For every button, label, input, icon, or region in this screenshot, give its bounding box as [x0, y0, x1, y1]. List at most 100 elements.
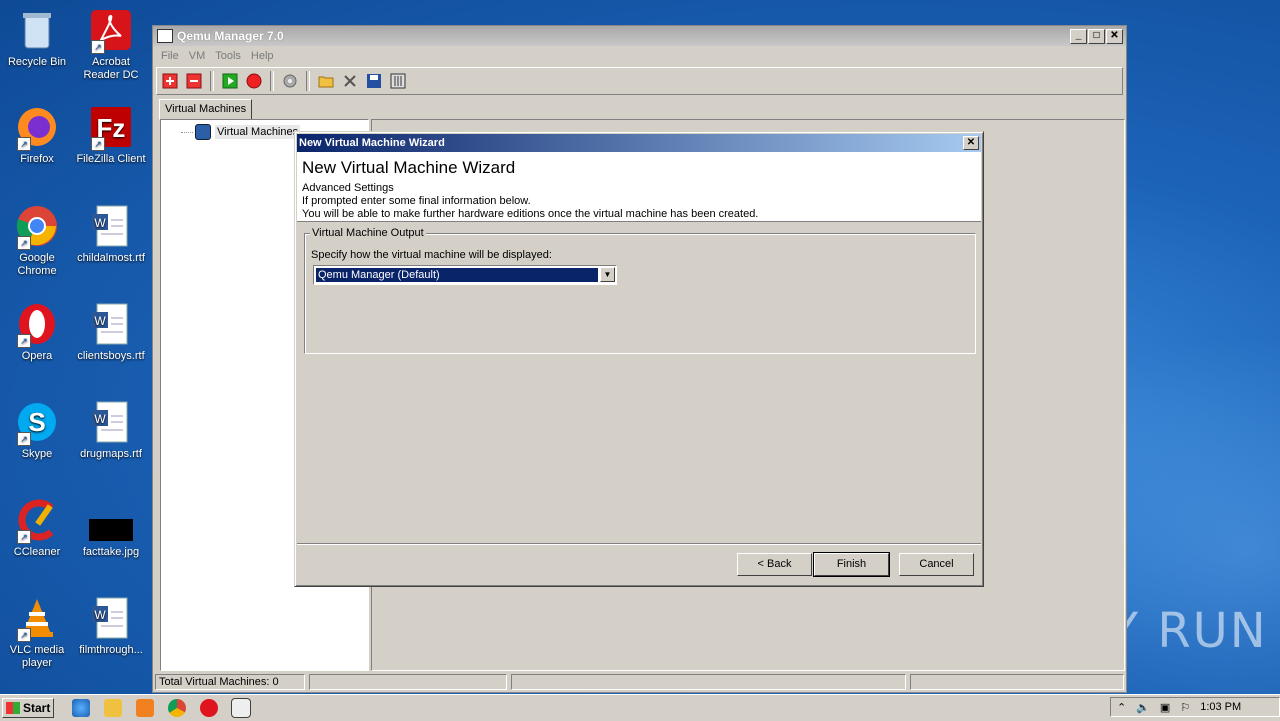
vlc-icon: ↗: [15, 596, 59, 642]
desktop-icon-recycle-bin[interactable]: Recycle Bin: [0, 8, 74, 69]
dialog-heading: New Virtual Machine Wizard: [302, 158, 516, 177]
desktop-icon-facttake[interactable]: facttake.jpg: [74, 498, 148, 559]
svg-text:W: W: [94, 314, 106, 328]
word-doc-icon: W: [89, 596, 133, 640]
shield-icon: [195, 124, 211, 140]
remove-vm-icon[interactable]: [184, 71, 204, 91]
minimize-button[interactable]: _: [1070, 28, 1087, 44]
save-icon[interactable]: [364, 71, 384, 91]
display-select[interactable]: Qemu Manager (Default) ▼: [313, 265, 617, 285]
display-prompt: Specify how the virtual machine will be …: [311, 249, 552, 261]
vm-output-group: Virtual Machine Output Specify how the v…: [304, 227, 976, 354]
start-button[interactable]: Start: [2, 698, 54, 718]
tree-item-label: Virtual Machines: [215, 125, 301, 139]
chevron-down-icon[interactable]: ▼: [600, 267, 615, 282]
dialog-description: Advanced Settings If prompted enter some…: [302, 182, 758, 221]
desktop-icon-acrobat[interactable]: ↗ Acrobat Reader DC: [74, 8, 148, 82]
status-panel-4: [910, 674, 1124, 690]
cancel-button[interactable]: Cancel: [899, 553, 974, 576]
quick-launch: [72, 698, 251, 718]
explorer-folder-icon[interactable]: [104, 699, 122, 717]
svg-text:W: W: [94, 412, 106, 426]
firefox-icon: ↗: [15, 105, 59, 151]
dialog-line-2: You will be able to make further hardwar…: [302, 208, 759, 220]
svg-text:W: W: [94, 216, 106, 230]
chrome-taskbar-icon[interactable]: [168, 699, 186, 717]
dialog-line-1: If prompted enter some final information…: [302, 195, 531, 207]
close-button[interactable]: ✕: [1106, 28, 1123, 44]
stop-vm-icon[interactable]: [244, 71, 264, 91]
dialog-separator: [297, 543, 981, 545]
media-player-icon[interactable]: [136, 699, 154, 717]
desktop-icon-filezilla[interactable]: Fz ↗ FileZilla Client: [74, 105, 148, 166]
taskbar: Start ⌃ 🔈 ▣ ⚐ 1:03 PM: [0, 694, 1280, 721]
tools-icon[interactable]: [340, 71, 360, 91]
desktop-icon-drugmaps[interactable]: W drugmaps.rtf: [74, 400, 148, 461]
vm-output-group-label: Virtual Machine Output: [310, 227, 426, 239]
recycle-bin-icon: [15, 8, 59, 52]
tree-item-virtual-machines[interactable]: Virtual Machines: [181, 124, 301, 140]
skype-icon: S ↗: [15, 400, 59, 446]
tab-virtual-machines[interactable]: Virtual Machines: [159, 99, 253, 120]
dialog-close-button[interactable]: ✕: [963, 136, 979, 150]
tree-connector: [181, 131, 193, 133]
app-titlebar[interactable]: Qemu Manager 7.0 _ □ ✕: [153, 26, 1126, 46]
back-button[interactable]: < Back: [737, 553, 812, 576]
flag-icon[interactable]: ⚐: [1180, 701, 1190, 714]
chrome-icon: ↗: [15, 204, 59, 250]
opera-icon: ↗: [15, 302, 59, 348]
desktop-icon-opera[interactable]: ↗ Opera: [0, 302, 74, 363]
maximize-button[interactable]: □: [1088, 28, 1105, 44]
statusbar: Total Virtual Machines: 0: [155, 674, 1124, 690]
system-tray: ⌃ 🔈 ▣ ⚐ 1:03 PM: [1110, 697, 1280, 717]
finish-button[interactable]: Finish: [813, 552, 890, 577]
settings-icon[interactable]: [388, 71, 408, 91]
start-vm-icon[interactable]: [220, 71, 240, 91]
new-vm-wizard-dialog: New Virtual Machine Wizard ✕ New Virtual…: [294, 131, 984, 587]
toolbar-separator: [306, 71, 310, 91]
desktop-icon-clientsboys[interactable]: W clientsboys.rtf: [74, 302, 148, 363]
open-folder-icon[interactable]: [316, 71, 336, 91]
word-doc-icon: W: [89, 302, 133, 346]
display-select-value: Qemu Manager (Default): [316, 268, 598, 282]
status-vm-count: Total Virtual Machines: 0: [155, 674, 306, 690]
toolbar: [156, 67, 1123, 95]
qemu-manager-taskbar-icon[interactable]: [231, 698, 251, 718]
tab-row: Virtual Machines: [153, 96, 1126, 120]
desktop-icon-childalmost[interactable]: W childalmost.rtf: [74, 204, 148, 265]
ccleaner-icon: ↗: [15, 498, 59, 544]
desktop-icon-filmthrough[interactable]: W filmthrough...: [74, 596, 148, 657]
word-doc-icon: W: [89, 400, 133, 444]
image-file-icon: [89, 498, 133, 542]
desktop-icon-chrome[interactable]: ↗ Google Chrome: [0, 204, 74, 278]
add-vm-icon[interactable]: [160, 71, 180, 91]
start-label: Start: [23, 701, 51, 715]
filezilla-icon: Fz ↗: [89, 105, 133, 151]
word-doc-icon: W: [89, 204, 133, 248]
menu-help[interactable]: Help: [251, 50, 274, 62]
tray-expand-icon[interactable]: ⌃: [1117, 701, 1126, 714]
status-panel-2: [309, 674, 507, 690]
menu-tools[interactable]: Tools: [215, 50, 241, 62]
dialog-title: New Virtual Machine Wizard: [299, 137, 445, 149]
desktop-icon-firefox[interactable]: ↗ Firefox: [0, 105, 74, 166]
desktop-icon-ccleaner[interactable]: ↗ CCleaner: [0, 498, 74, 559]
menubar: File VM Tools Help: [153, 46, 1126, 66]
status-panel-3: [510, 674, 907, 690]
menu-vm[interactable]: VM: [189, 50, 206, 62]
dialog-header: New Virtual Machine Wizard Advanced Sett…: [297, 152, 981, 222]
desktop-icon-skype[interactable]: S ↗ Skype: [0, 400, 74, 461]
desktop-icon-vlc[interactable]: ↗ VLC media player: [0, 596, 74, 670]
windows-logo-icon: [6, 702, 20, 714]
clock[interactable]: 1:03 PM: [1200, 701, 1241, 713]
disk-tool-icon[interactable]: [280, 71, 300, 91]
ie-icon[interactable]: [72, 699, 90, 717]
app-icon: [157, 29, 173, 43]
opera-taskbar-icon[interactable]: [200, 699, 218, 717]
dialog-titlebar[interactable]: New Virtual Machine Wizard ✕: [297, 134, 981, 152]
svg-text:W: W: [94, 608, 106, 622]
speaker-icon[interactable]: 🔈: [1136, 701, 1150, 714]
toolbar-separator: [270, 71, 274, 91]
network-icon[interactable]: ▣: [1160, 701, 1170, 714]
menu-file[interactable]: File: [161, 50, 179, 62]
